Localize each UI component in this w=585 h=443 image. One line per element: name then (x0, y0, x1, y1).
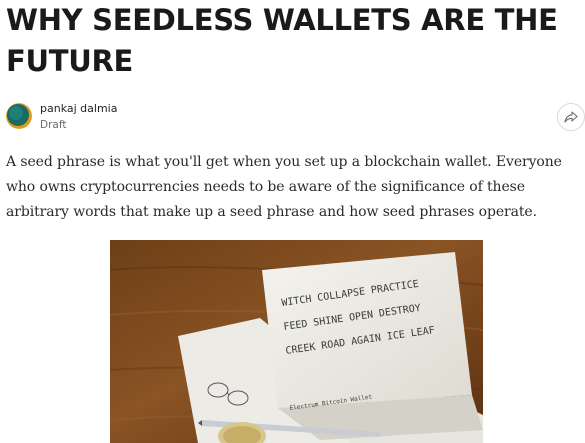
author-name[interactable]: pankaj dalmia (40, 101, 117, 116)
share-button[interactable] (557, 103, 585, 131)
share-icon (564, 111, 578, 123)
seed-phrase-photo: WITCH COLLAPSE PRACTICE FEED SHINE OPEN … (110, 240, 483, 443)
article-title: WHY SEEDLESS WALLETS ARE THE FUTURE (6, 3, 558, 78)
author-avatar[interactable] (6, 103, 32, 129)
article-body: A seed phrase is what you'll get when yo… (6, 154, 562, 220)
draft-status: Draft (40, 119, 67, 131)
